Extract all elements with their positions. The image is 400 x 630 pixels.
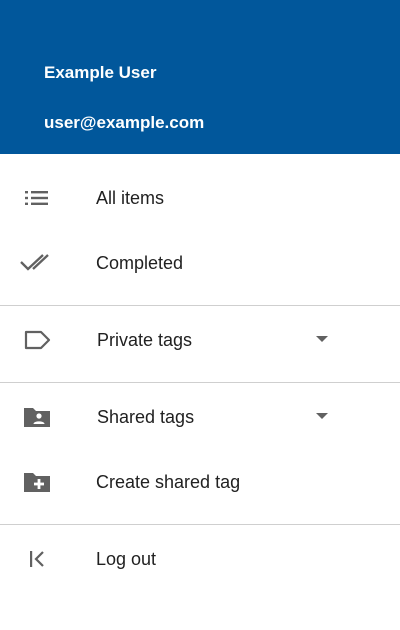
menu-item-completed[interactable]: Completed xyxy=(0,237,400,289)
divider xyxy=(0,382,400,383)
menu-item-log-out[interactable]: Log out xyxy=(0,533,400,585)
menu-item-label: Log out xyxy=(96,549,157,569)
list-icon xyxy=(20,184,54,212)
menu-item-private-tags[interactable]: Private tags xyxy=(0,314,400,366)
menu-item-all-items[interactable]: All items xyxy=(0,172,400,224)
user-name: Example User xyxy=(44,63,157,82)
logout-icon xyxy=(20,545,54,573)
divider xyxy=(0,305,400,306)
user-email: user@example.com xyxy=(44,113,205,132)
menu-item-shared-tags[interactable]: Shared tags xyxy=(0,391,400,443)
menu-item-label: Shared tags xyxy=(97,407,195,427)
account-header: Example User user@example.com xyxy=(0,0,400,154)
menu-item-label: Private tags xyxy=(97,330,193,350)
menu-item-label: All items xyxy=(96,188,165,208)
menu-item-create-shared-tag[interactable]: Create shared tag xyxy=(0,456,400,508)
create-folder-icon xyxy=(20,468,54,496)
shared-folder-icon xyxy=(20,403,54,431)
divider xyxy=(0,524,400,525)
label-tag-icon xyxy=(20,326,54,354)
menu-item-label: Create shared tag xyxy=(96,472,241,492)
navigation-drawer: Example User user@example.com All items xyxy=(0,0,400,630)
chevron-down-icon[interactable] xyxy=(316,413,328,419)
menu-item-label: Completed xyxy=(96,253,184,273)
chevron-down-icon[interactable] xyxy=(316,336,328,342)
double-check-icon xyxy=(20,249,54,277)
